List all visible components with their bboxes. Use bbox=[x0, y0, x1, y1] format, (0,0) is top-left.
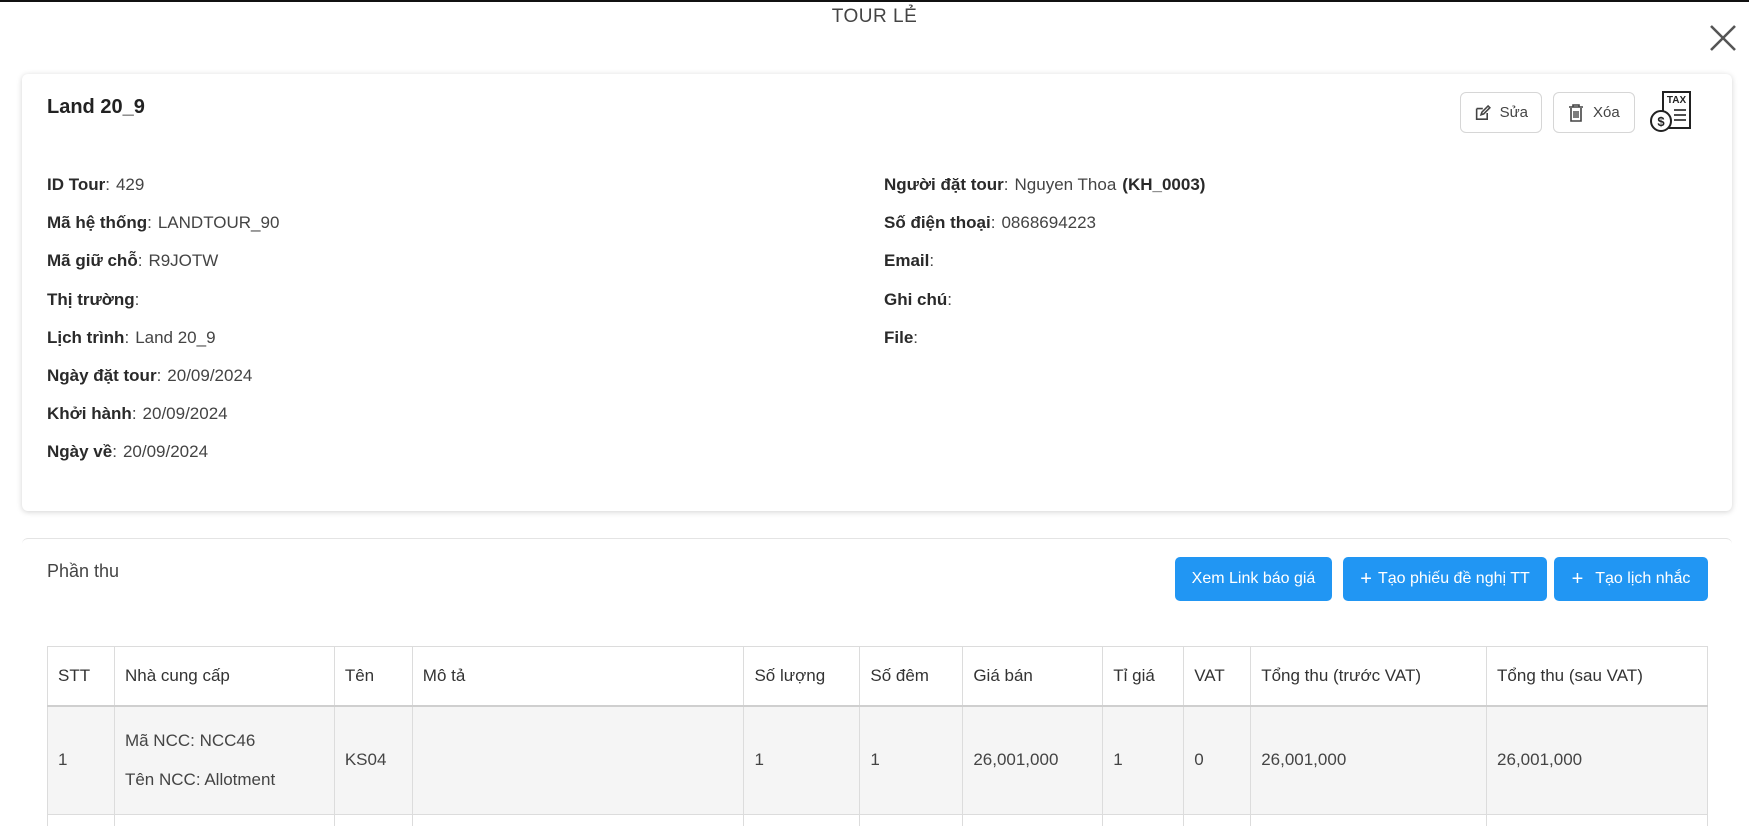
info-itinerary: Lịch trình: Land 20_9 bbox=[47, 327, 216, 347]
col-header-quantity[interactable]: Số lượng bbox=[743, 646, 861, 707]
info-market: Thị trường: bbox=[47, 289, 140, 309]
trash-icon bbox=[1569, 103, 1583, 122]
info-system-code: Mã hệ thống: LANDTOUR_90 bbox=[47, 213, 280, 233]
tour-name: Land 20_9 bbox=[47, 96, 145, 118]
col-header-price[interactable]: Giá bán bbox=[962, 646, 1104, 707]
view-quote-link-button[interactable]: Xem Link báo giá bbox=[1175, 557, 1332, 601]
cell-total-before-vat: 26,001,000 bbox=[1250, 705, 1488, 815]
col-header-supplier[interactable]: Nhà cung cấp bbox=[113, 646, 335, 707]
supplier-name: Tên NCC: Allotment bbox=[124, 770, 276, 790]
create-reminder-label: Tạo lịch nhắc bbox=[1595, 570, 1691, 587]
info-email: Email: bbox=[884, 251, 935, 271]
cell-description bbox=[411, 705, 745, 815]
info-file: File: bbox=[884, 327, 919, 347]
col-header-rate[interactable]: Tỉ giá bbox=[1102, 646, 1185, 707]
supplier-code: Mã NCC: NCC46 bbox=[124, 731, 256, 751]
info-booking-date: Ngày đặt tour: 20/09/2024 bbox=[47, 365, 253, 385]
cell-stt: 1 bbox=[47, 705, 115, 815]
cell-price: 26,001,000 bbox=[962, 705, 1104, 815]
receipts-card: Phần thu Xem Link báo giá + Tạo phiếu đề … bbox=[22, 538, 1732, 826]
col-header-total-after-vat[interactable]: Tổng thu (sau VAT) bbox=[1486, 646, 1708, 707]
info-id-tour: ID Tour: 429 bbox=[47, 175, 145, 194]
svg-text:$: $ bbox=[1657, 114, 1665, 129]
info-phone: Số điện thoại: 0868694223 bbox=[884, 213, 1097, 233]
info-note: Ghi chú: bbox=[884, 289, 953, 309]
edit-button-label: Sửa bbox=[1499, 104, 1528, 121]
info-return-date: Ngày về: 20/09/2024 bbox=[47, 442, 209, 462]
create-payment-request-button[interactable]: + Tạo phiếu đề nghị TT bbox=[1343, 557, 1547, 601]
col-header-name[interactable]: Tên bbox=[333, 646, 413, 707]
table-header-row: STT Nhà cung cấp Tên Mô tả Số lượng Số đ… bbox=[47, 646, 1708, 707]
customer-code: (KH_0003) bbox=[1122, 175, 1206, 194]
col-header-nights[interactable]: Số đêm bbox=[859, 646, 964, 707]
tour-detail-card: Land 20_9 Sửa Xóa TAX $ ID Tour: 429 Mã h… bbox=[22, 74, 1732, 511]
cell-quantity: 1 bbox=[743, 705, 861, 815]
cell-name: KS04 bbox=[333, 705, 413, 815]
info-booking-code: Mã giữ chỗ: R9JOTW bbox=[47, 251, 219, 271]
plus-icon: + bbox=[1571, 568, 1584, 590]
edit-icon bbox=[1475, 104, 1491, 120]
cell-supplier: Mã NCC: NCC46 Tên NCC: Allotment bbox=[113, 705, 335, 815]
cell-rate: 1 bbox=[1102, 705, 1185, 815]
create-reminder-button[interactable]: + Tạo lịch nhắc bbox=[1554, 557, 1708, 601]
receipts-table: STT Nhà cung cấp Tên Mô tả Số lượng Số đ… bbox=[47, 646, 1708, 826]
edit-button[interactable]: Sửa bbox=[1460, 92, 1542, 133]
col-header-description[interactable]: Mô tả bbox=[411, 646, 745, 707]
plus-icon: + bbox=[1360, 568, 1372, 590]
tax-invoice-icon[interactable]: TAX $ bbox=[1650, 90, 1694, 134]
col-header-total-before-vat[interactable]: Tổng thu (trước VAT) bbox=[1250, 646, 1488, 707]
table-row[interactable]: 1 Mã NCC: NCC46 Tên NCC: Allotment KS04 … bbox=[47, 705, 1708, 815]
create-payment-request-label: Tạo phiếu đề nghị TT bbox=[1377, 570, 1530, 587]
info-departure-date: Khởi hành: 20/09/2024 bbox=[47, 404, 228, 424]
tour-info-right: Người đặt tour: Nguyen Thoa (KH_0003) Số đ… bbox=[884, 173, 1205, 364]
col-header-vat[interactable]: VAT bbox=[1183, 646, 1252, 707]
receipts-title: Phần thu bbox=[47, 561, 120, 581]
tax-label: TAX bbox=[1667, 95, 1687, 106]
col-header-stt[interactable]: STT bbox=[47, 646, 115, 707]
cell-nights: 1 bbox=[859, 705, 964, 815]
top-border bbox=[0, 0, 1749, 2]
delete-button-label: Xóa bbox=[1593, 104, 1620, 121]
tour-info-left: ID Tour: 429 Mã hệ thống: LANDTOUR_90 Mã g… bbox=[47, 173, 279, 479]
modal-title: TOUR LẺ bbox=[831, 6, 918, 27]
info-customer: Người đặt tour: Nguyen Thoa (KH_0003) bbox=[884, 175, 1206, 194]
cell-total-after-vat: 26,001,000 bbox=[1486, 705, 1708, 815]
table-row[interactable] bbox=[47, 814, 1708, 826]
cell-vat: 0 bbox=[1183, 705, 1252, 815]
close-icon[interactable] bbox=[1705, 20, 1741, 56]
delete-button[interactable]: Xóa bbox=[1553, 92, 1635, 133]
